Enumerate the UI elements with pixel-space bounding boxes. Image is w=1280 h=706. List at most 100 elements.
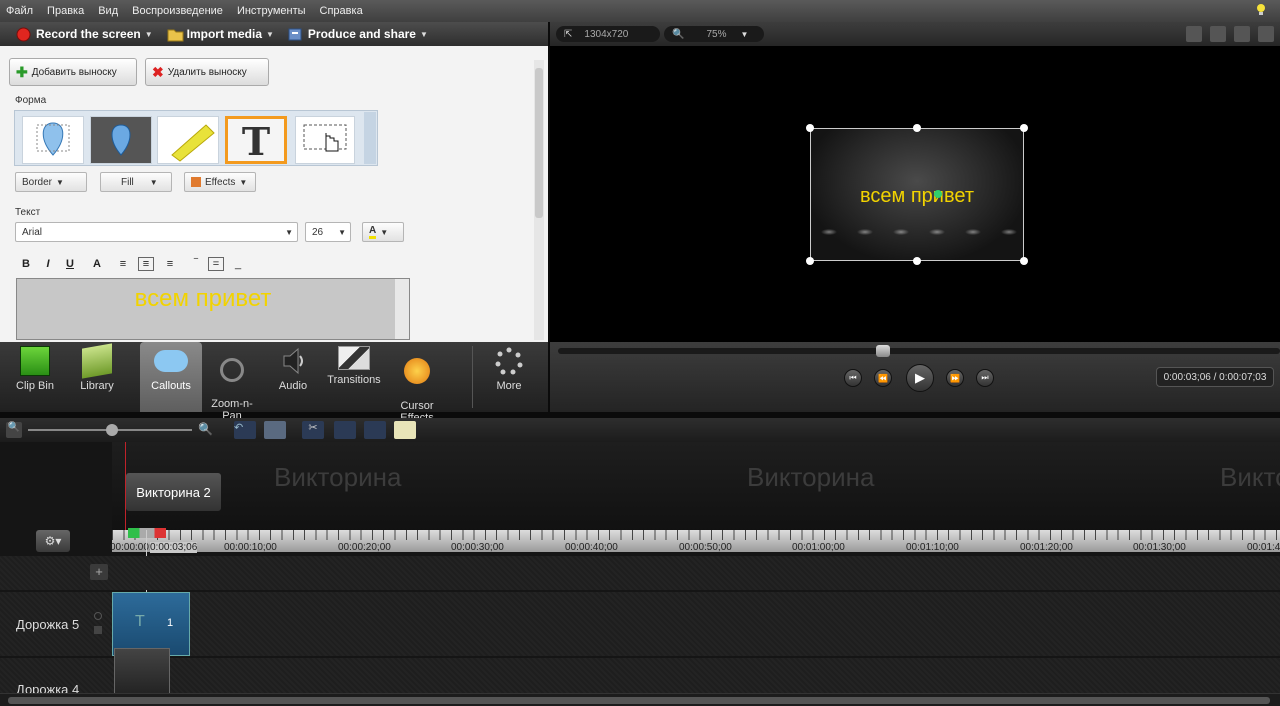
import-media-button[interactable]: Import media ▼ bbox=[167, 27, 274, 42]
detach-icon[interactable] bbox=[1258, 26, 1274, 42]
valign-top-icon[interactable]: ‾ bbox=[188, 257, 204, 271]
pan-icon[interactable] bbox=[1210, 26, 1226, 42]
add-track-icon[interactable]: + bbox=[90, 564, 108, 580]
track-lock-icon[interactable] bbox=[94, 626, 102, 634]
align-right-icon[interactable]: ≡ bbox=[162, 257, 178, 271]
text-group-label: Текст bbox=[15, 207, 41, 218]
transitions-icon bbox=[338, 346, 370, 370]
rotate-handle[interactable] bbox=[934, 190, 942, 198]
text-color-dropdown[interactable]: A ▼ bbox=[362, 222, 404, 242]
play-icon[interactable]: ▶ bbox=[906, 364, 934, 392]
tab-cursor-effects[interactable]: Cursor Effects bbox=[386, 342, 448, 424]
player-controls: ⏮ ⏪ ▶ ⏩ ⏭ 0:00:03;06 / 0:00:07;03 bbox=[550, 342, 1280, 412]
crop-icon[interactable] bbox=[1186, 26, 1202, 42]
zoom-slider-thumb[interactable] bbox=[106, 424, 118, 436]
delete-callout-button[interactable]: ✖ Удалить выноску bbox=[145, 58, 269, 86]
tab-more[interactable]: More bbox=[478, 342, 540, 412]
more-label: More bbox=[496, 380, 522, 392]
copy-icon[interactable] bbox=[364, 421, 386, 439]
zoom-out-icon[interactable]: 🔍 bbox=[6, 422, 22, 438]
panel-scrollbar[interactable] bbox=[534, 60, 544, 340]
split-icon[interactable] bbox=[334, 421, 356, 439]
font-select[interactable]: Arial ▼ bbox=[15, 222, 298, 242]
fullscreen-icon[interactable] bbox=[1234, 26, 1250, 42]
italic-button[interactable]: I bbox=[40, 257, 56, 271]
selection-range[interactable] bbox=[128, 528, 166, 538]
fill-dropdown[interactable]: Fill ▼ bbox=[100, 172, 172, 192]
zoom-in-icon[interactable]: 🔍 bbox=[198, 422, 216, 438]
underline-button[interactable]: U bbox=[62, 257, 78, 271]
preview-toolbar: ⇱ 1304x720 🔍 75% ▼ bbox=[550, 22, 1280, 46]
bold-button[interactable]: B bbox=[18, 257, 34, 271]
resize-handle[interactable] bbox=[913, 257, 921, 265]
cursor-effects-icon bbox=[404, 358, 430, 384]
scrub-bar[interactable] bbox=[558, 348, 1280, 354]
clip-bin-icon bbox=[20, 346, 50, 376]
lightbulb-icon[interactable] bbox=[1256, 4, 1266, 16]
undo-icon[interactable]: ↶ bbox=[234, 421, 256, 439]
skip-forward-icon[interactable]: ⏭ bbox=[976, 369, 994, 387]
menu-edit[interactable]: Правка bbox=[47, 5, 84, 17]
menu-help[interactable]: Справка bbox=[320, 5, 363, 17]
shape-highlight[interactable] bbox=[157, 116, 219, 164]
tab-transitions[interactable]: Transitions bbox=[322, 342, 386, 412]
produce-share-button[interactable]: Produce and share ▼ bbox=[288, 27, 428, 42]
gear-icon[interactable]: ⚙▾ bbox=[36, 530, 70, 552]
skip-back-icon[interactable]: ⏮ bbox=[844, 369, 862, 387]
shape-bubble-outline[interactable] bbox=[22, 116, 84, 164]
tab-clip-bin[interactable]: Clip Bin bbox=[4, 342, 66, 412]
border-dropdown[interactable]: Border ▼ bbox=[15, 172, 87, 192]
callout-clip[interactable]: T 1 bbox=[112, 592, 190, 656]
resize-handle[interactable] bbox=[1020, 257, 1028, 265]
timeline-scrollbar[interactable] bbox=[0, 693, 1280, 706]
shape-click-area[interactable] bbox=[295, 116, 355, 164]
tick-label: 00:01:4 bbox=[1247, 542, 1280, 553]
resize-handle[interactable] bbox=[806, 124, 814, 132]
shape-text[interactable]: T bbox=[225, 116, 287, 164]
menu-tools[interactable]: Инструменты bbox=[237, 5, 306, 17]
more-icon bbox=[494, 346, 524, 376]
tab-audio[interactable]: Audio bbox=[262, 342, 324, 412]
video-frame[interactable]: всем привет bbox=[810, 128, 1024, 261]
resize-handle[interactable] bbox=[1020, 124, 1028, 132]
callout-text-editor[interactable]: всем привет bbox=[16, 278, 410, 340]
shape-scroll[interactable] bbox=[364, 112, 376, 164]
menu-file[interactable]: Файл bbox=[6, 5, 33, 17]
valign-bottom-icon[interactable]: _ bbox=[230, 257, 246, 271]
dimensions-value: 1304x720 bbox=[584, 28, 629, 40]
effects-dropdown[interactable]: Effects ▼ bbox=[184, 172, 256, 192]
align-center-icon[interactable]: ≡ bbox=[138, 257, 154, 271]
rewind-icon[interactable]: ⏪ bbox=[874, 369, 892, 387]
scrub-thumb[interactable] bbox=[876, 345, 890, 357]
cut-icon[interactable]: ✂ bbox=[302, 421, 324, 439]
valign-middle-icon[interactable]: = bbox=[208, 257, 224, 271]
video-clip[interactable] bbox=[114, 648, 170, 696]
fast-forward-icon[interactable]: ⏩ bbox=[946, 369, 964, 387]
record-screen-button[interactable]: Record the screen ▼ bbox=[16, 27, 153, 42]
marker-line bbox=[125, 442, 126, 530]
font-size-select[interactable]: 26 ▼ bbox=[305, 222, 351, 242]
resize-handle[interactable] bbox=[806, 257, 814, 265]
tick-label: 00:01:30;00 bbox=[1133, 542, 1186, 553]
tab-library[interactable]: Library bbox=[66, 342, 128, 412]
dimensions-dropdown[interactable]: ⇱ 1304x720 bbox=[556, 26, 660, 42]
redo-icon[interactable] bbox=[264, 421, 286, 439]
text-format-button[interactable]: A bbox=[89, 257, 105, 271]
menu-playback[interactable]: Воспроизведение bbox=[132, 5, 223, 17]
zoom-dropdown[interactable]: 🔍 75% ▼ bbox=[664, 26, 764, 42]
audio-icon bbox=[278, 346, 308, 376]
resize-handle[interactable] bbox=[913, 124, 921, 132]
editor-scrollbar[interactable] bbox=[395, 279, 409, 339]
callouts-label: Callouts bbox=[151, 380, 191, 392]
align-left-icon[interactable]: ≡ bbox=[115, 257, 131, 271]
paste-icon[interactable] bbox=[394, 421, 416, 439]
tab-callouts[interactable]: Callouts bbox=[140, 342, 202, 412]
add-callout-button[interactable]: ✚ Добавить выноску bbox=[9, 58, 137, 86]
shape-bubble-filled[interactable] bbox=[90, 116, 152, 164]
watermark-text: Викторина bbox=[274, 462, 402, 492]
svg-text:T: T bbox=[242, 119, 270, 161]
track-visibility-icon[interactable] bbox=[94, 612, 102, 620]
tab-zoom-n-pan[interactable]: Zoom-n- Pan bbox=[201, 342, 263, 422]
text-t-icon: T bbox=[242, 119, 270, 164]
menu-view[interactable]: Вид bbox=[98, 5, 118, 17]
